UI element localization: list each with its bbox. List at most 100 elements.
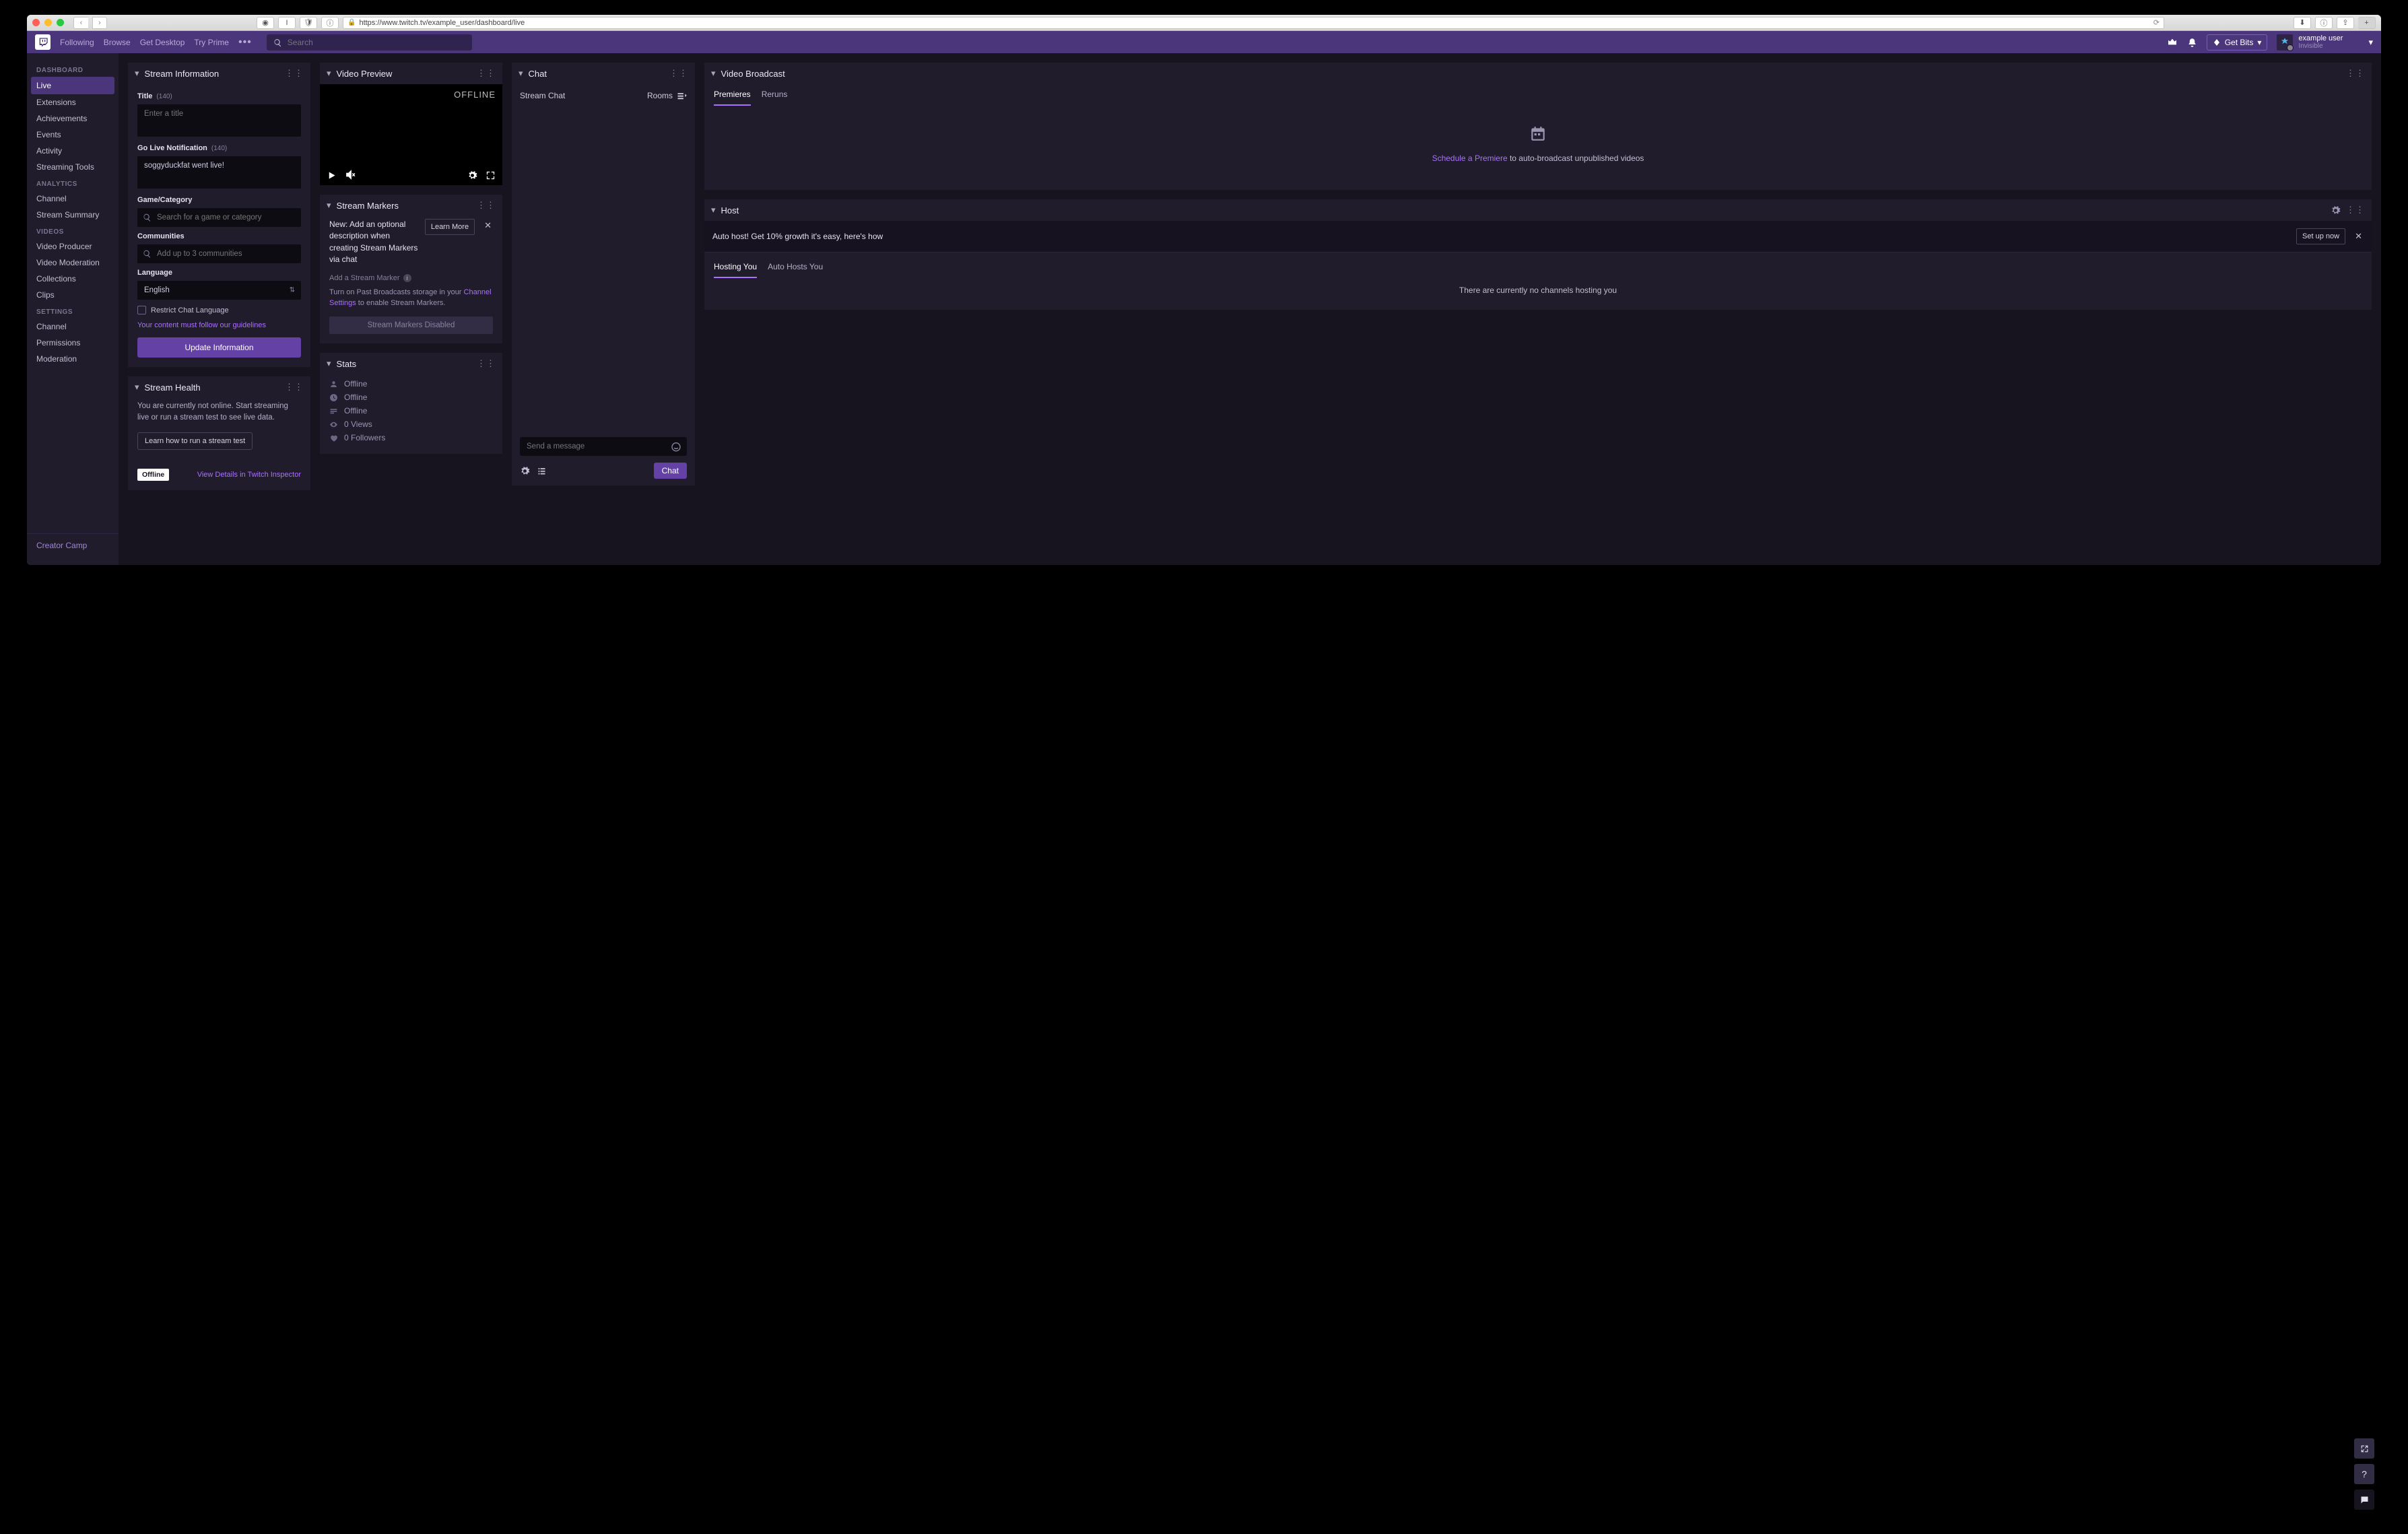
nav-more-icon[interactable]: ••• (238, 36, 252, 48)
whisper-icon[interactable] (2354, 1490, 2374, 1510)
gear-icon[interactable] (2331, 205, 2341, 215)
golive-input[interactable] (137, 156, 301, 189)
drag-handle-icon[interactable]: ⋮⋮ (477, 68, 496, 79)
tab-premieres[interactable]: Premieres (714, 87, 751, 106)
sidebar-item-live[interactable]: Live (31, 77, 114, 94)
tab-auto-hosts-you[interactable]: Auto Hosts You (768, 259, 823, 278)
nav-try-prime[interactable]: Try Prime (194, 38, 229, 47)
sidebar-item-stream-summary[interactable]: Stream Summary (27, 207, 119, 223)
help-icon[interactable]: ? (2354, 1464, 2374, 1484)
twitch-logo[interactable] (35, 34, 51, 50)
setup-now-button[interactable]: Set up now (2296, 228, 2345, 244)
extension-privacy-icon[interactable]: 🛡︎ (300, 17, 317, 29)
restrict-chat-checkbox[interactable]: Restrict Chat Language (137, 306, 301, 314)
guidelines-link[interactable]: Your content must follow our guidelines (137, 321, 266, 329)
extension-info-icon[interactable]: ⓘ (321, 17, 339, 29)
expand-icon[interactable] (2354, 1438, 2374, 1459)
nav-following[interactable]: Following (60, 38, 94, 47)
drag-handle-icon[interactable]: ⋮⋮ (285, 68, 304, 79)
play-icon[interactable] (327, 169, 337, 180)
sidebar-item-activity[interactable]: Activity (27, 143, 119, 159)
minimize-window-icon[interactable] (44, 19, 52, 26)
settings-icon[interactable] (467, 169, 477, 180)
sidebar-header-dashboard: DASHBOARD (27, 61, 119, 77)
sidebar-item-moderation[interactable]: Moderation (27, 351, 119, 367)
close-icon[interactable]: ✕ (483, 219, 493, 232)
rooms-toggle-icon[interactable] (677, 91, 687, 100)
drag-handle-icon[interactable]: ⋮⋮ (2346, 205, 2365, 215)
collapse-icon[interactable]: ▾ (711, 68, 716, 79)
new-tab-icon[interactable]: + (2358, 17, 2376, 29)
collapse-icon[interactable]: ▾ (711, 205, 716, 215)
collapse-icon[interactable]: ▾ (327, 68, 331, 79)
sidebar-item-streaming-tools[interactable]: Streaming Tools (27, 159, 119, 175)
collapse-icon[interactable]: ▾ (327, 358, 331, 369)
sidebar-item-video-moderation[interactable]: Video Moderation (27, 255, 119, 271)
communities-input[interactable] (137, 244, 301, 263)
game-input[interactable] (137, 208, 301, 227)
close-icon[interactable]: ✕ (2353, 230, 2364, 243)
tab-hosting-you[interactable]: Hosting You (714, 259, 757, 278)
search-input[interactable] (288, 38, 465, 47)
sidebar-item-permissions[interactable]: Permissions (27, 335, 119, 351)
downloads-icon[interactable]: ⬇︎ (2294, 17, 2311, 29)
learn-more-button[interactable]: Learn More (425, 219, 475, 235)
nav-search[interactable] (267, 34, 472, 51)
panel-video-preview: ▾ Video Preview ⋮⋮ OFFLINE (320, 63, 502, 185)
sidebar-item-events[interactable]: Events (27, 127, 119, 143)
tab-reruns[interactable]: Reruns (762, 87, 788, 106)
address-bar[interactable]: 🔒 https://www.twitch.tv/example_user/das… (343, 17, 2164, 29)
sidebar-item-video-producer[interactable]: Video Producer (27, 238, 119, 255)
chat-settings-icon[interactable] (520, 465, 530, 476)
drag-handle-icon[interactable]: ⋮⋮ (477, 358, 496, 369)
chat-send-button[interactable]: Chat (654, 463, 687, 479)
sidebar-item-extensions[interactable]: Extensions (27, 94, 119, 110)
extension-ibeam-icon[interactable]: I (278, 17, 296, 29)
calendar-icon (1529, 128, 1547, 138)
drag-handle-icon[interactable]: ⋮⋮ (669, 68, 688, 79)
nav-forward-button[interactable]: › (92, 17, 107, 29)
twitch-inspector-link[interactable]: View Details in Twitch Inspector (197, 471, 301, 479)
update-info-button[interactable]: Update Information (137, 337, 301, 358)
stat-uptime: Offline (329, 391, 493, 404)
mute-icon[interactable] (345, 169, 356, 180)
reload-icon[interactable]: ⟳ (2153, 18, 2160, 27)
fullscreen-icon[interactable] (486, 169, 496, 180)
get-bits-button[interactable]: Get Bits ▾ (2207, 34, 2268, 51)
nav-get-desktop[interactable]: Get Desktop (140, 38, 185, 47)
collapse-icon[interactable]: ▾ (327, 200, 331, 211)
sidebar-creator-camp[interactable]: Creator Camp (27, 533, 119, 557)
schedule-premiere-link[interactable]: Schedule a Premiere (1432, 154, 1508, 163)
extension-ublock-icon[interactable]: ◉ (257, 17, 274, 29)
share-icon[interactable]: ⇪ (2337, 17, 2354, 29)
drag-handle-icon[interactable]: ⋮⋮ (477, 200, 496, 211)
drag-handle-icon[interactable]: ⋮⋮ (285, 382, 304, 393)
maximize-window-icon[interactable] (57, 19, 64, 26)
language-select[interactable]: English (137, 281, 301, 300)
learn-stream-test-button[interactable]: Learn how to run a stream test (137, 432, 253, 450)
chat-tab-stream[interactable]: Stream Chat (520, 91, 565, 100)
chat-rooms-label[interactable]: Rooms (647, 91, 673, 100)
user-menu[interactable]: example user Invisible ▾ (2277, 34, 2373, 51)
notifications-icon[interactable] (2187, 36, 2197, 47)
collapse-icon[interactable]: ▾ (135, 68, 139, 79)
sidebar-item-achievements[interactable]: Achievements (27, 110, 119, 127)
viewer-list-icon[interactable] (537, 465, 547, 476)
user-status: Invisible (2298, 42, 2343, 50)
collapse-icon[interactable]: ▾ (519, 68, 523, 79)
nav-back-button[interactable]: ‹ (73, 17, 88, 29)
emoji-icon[interactable] (671, 441, 681, 453)
page-info-icon[interactable]: ⓘ (2315, 17, 2333, 29)
sidebar-item-channel-settings[interactable]: Channel (27, 319, 119, 335)
collapse-icon[interactable]: ▾ (135, 382, 139, 393)
close-window-icon[interactable] (32, 19, 40, 26)
prime-loot-icon[interactable] (2167, 36, 2178, 48)
sidebar-item-collections[interactable]: Collections (27, 271, 119, 287)
info-icon[interactable]: i (403, 274, 411, 282)
sidebar-item-channel-analytics[interactable]: Channel (27, 191, 119, 207)
title-input[interactable] (137, 104, 301, 137)
sidebar-item-clips[interactable]: Clips (27, 287, 119, 303)
nav-browse[interactable]: Browse (104, 38, 131, 47)
chat-input[interactable] (520, 437, 687, 456)
drag-handle-icon[interactable]: ⋮⋮ (2346, 68, 2365, 79)
